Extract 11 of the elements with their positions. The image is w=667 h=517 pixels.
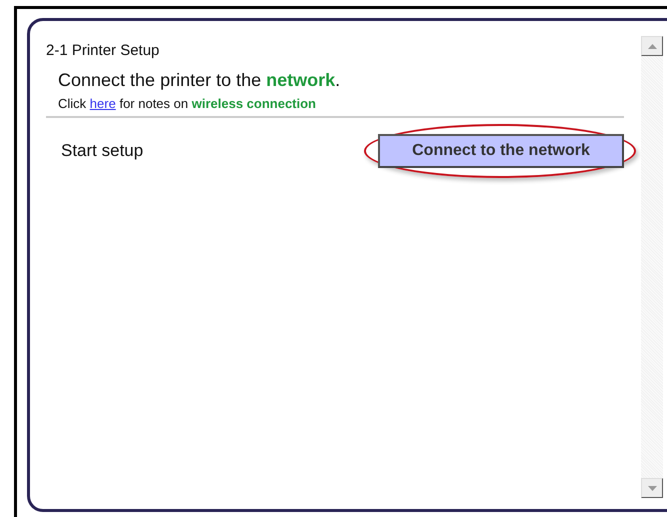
down-triangle-icon xyxy=(648,486,656,490)
note-text: Click here for notes on wireless connection xyxy=(58,96,317,111)
scroll-down-button[interactable] xyxy=(641,478,663,498)
panel-title: 2-1 Printer Setup xyxy=(46,42,160,59)
here-link[interactable]: here xyxy=(90,96,116,111)
step-label: Start setup xyxy=(61,141,144,161)
up-triangle-icon xyxy=(648,44,656,48)
connect-button[interactable]: Connect to the network xyxy=(378,134,624,168)
instruction-text: Connect the printer to the network. xyxy=(58,70,342,91)
scroll-up-button[interactable] xyxy=(641,36,663,56)
scrollbar[interactable] xyxy=(641,36,663,498)
